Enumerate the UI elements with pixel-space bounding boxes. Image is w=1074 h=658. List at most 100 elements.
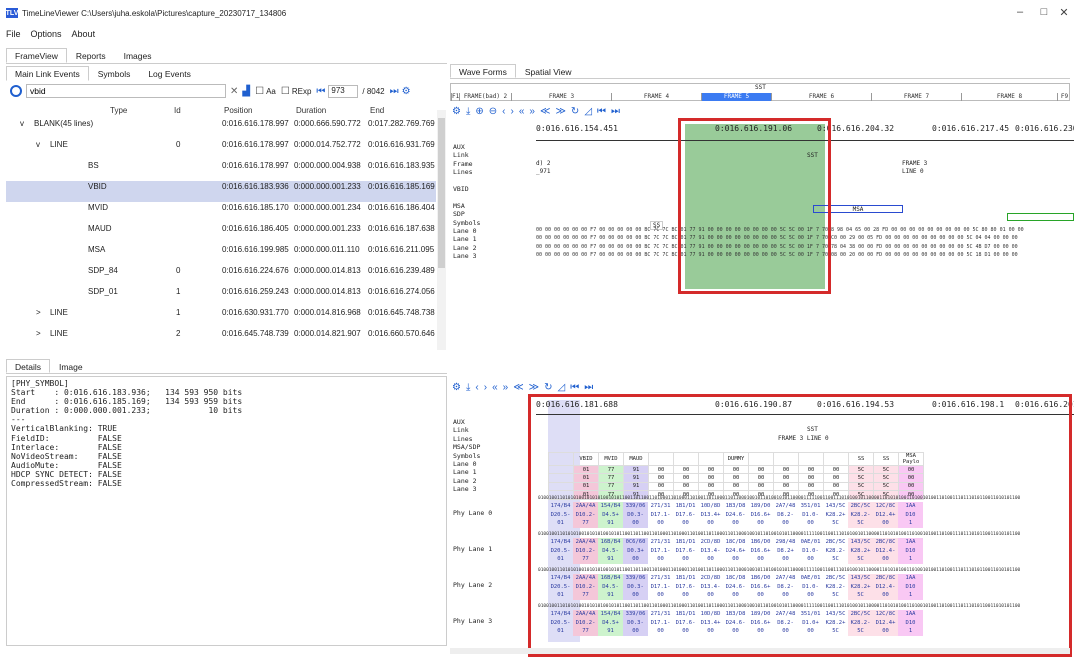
match-case-checkbox[interactable]: ☐ (255, 86, 264, 97)
frame-cell[interactable]: FRAME 8 (961, 93, 1057, 101)
frame-cell[interactable]: F1 (451, 93, 459, 101)
fast-forward-icon[interactable]: ≫ (555, 106, 565, 117)
signal-label: Lane 1 (453, 235, 477, 244)
signal-label: Lines (453, 434, 473, 443)
zoom-out-icon[interactable]: ⊖ (489, 106, 497, 117)
history-icon[interactable]: ↻ (544, 382, 552, 393)
back-icon[interactable]: « (492, 382, 498, 393)
top-sdp-block[interactable] (1007, 213, 1074, 221)
back-icon[interactable]: « (519, 106, 525, 117)
zoom-in-icon[interactable]: ⊕ (475, 106, 483, 117)
next-icon[interactable]: › (511, 106, 514, 117)
menu-about[interactable]: About (72, 29, 96, 39)
tab-image[interactable]: Image (50, 359, 92, 373)
top-lines-right: LINE 0 (902, 168, 924, 175)
col-duration[interactable]: Duration (296, 106, 326, 115)
tree-row[interactable]: VBID 0:016.616.183.936 0:000.000.001.233 0:… (6, 181, 436, 202)
tree-row[interactable]: BS 0:016.616.178.997 0:000.000.004.938 0:01… (6, 160, 436, 181)
col-type[interactable]: Type (110, 106, 127, 115)
signal-label: Lane 3 (453, 485, 477, 494)
tab-frameview[interactable]: FrameView (6, 48, 67, 63)
expand-toggle[interactable]: > (36, 308, 41, 317)
tree-row[interactable]: v LINE 0 0:016.616.178.997 0:000.014.752.772… (6, 139, 436, 160)
first-icon[interactable]: ⏮ (570, 382, 579, 393)
menu-options[interactable]: Options (31, 29, 62, 39)
tree-row[interactable]: v BLANK(45 lines) 0:016.616.178.997 0:000.6… (6, 118, 436, 139)
frame-ruler[interactable]: SST F1 FRAME(bad) 2 FRAME 3 FRAME 4 FRAME 5F… (450, 83, 1070, 101)
last-icon[interactable]: ⏭ (611, 106, 620, 117)
row-type: BS (88, 161, 99, 170)
tree-row[interactable]: >LINE30:016.660.570.6470:000.014.809.561… (6, 349, 436, 350)
frame-cell[interactable]: F9 (1057, 93, 1071, 101)
settings-icon[interactable]: ⚙ (452, 382, 461, 393)
prev-icon[interactable]: ‹ (502, 106, 505, 117)
forward-icon[interactable]: » (529, 106, 535, 117)
measure-icon[interactable]: ◿ (558, 382, 566, 393)
expand-toggle[interactable]: v (36, 140, 40, 149)
prev-icon[interactable]: ‹ (475, 382, 478, 393)
frame-cell[interactable]: FRAME 7 (871, 93, 961, 101)
tab-reports[interactable]: Reports (67, 48, 115, 63)
next-match-icon[interactable]: ⏭ (390, 86, 399, 97)
scroll-thumb[interactable] (438, 118, 445, 268)
row-end: 0:016.645.748.738 (368, 308, 435, 317)
maximize-button[interactable]: □ (1034, 6, 1054, 18)
tree-scrollbar[interactable] (437, 110, 446, 350)
col-id[interactable]: Id (174, 106, 181, 115)
frame-cell[interactable]: FRAME 6 (771, 93, 871, 101)
tree-row[interactable]: SDP_01 1 0:016.616.259.243 0:000.000.014.81… (6, 286, 436, 307)
download-icon[interactable]: ⤓ (466, 382, 470, 393)
expand-toggle[interactable]: v (20, 119, 24, 128)
next-icon[interactable]: › (484, 382, 487, 393)
row-duration: 0:000.000.001.233 (294, 224, 361, 233)
highlight-icon[interactable]: ▟ (242, 86, 250, 97)
search-input[interactable] (26, 84, 226, 98)
settings-icon[interactable]: ⚙ (452, 106, 461, 117)
fast-forward-icon[interactable]: ≫ (529, 382, 539, 393)
gear-icon[interactable]: ⚙ (402, 86, 411, 97)
first-icon[interactable]: ⏮ (597, 106, 606, 117)
regex-checkbox[interactable]: ☐ (281, 86, 290, 97)
forward-icon[interactable]: » (503, 382, 509, 393)
col-position[interactable]: Position (224, 106, 252, 115)
prev-match-icon[interactable]: ⏮ (316, 86, 325, 97)
download-icon[interactable]: ⤓ (466, 106, 470, 117)
menu-file[interactable]: File (6, 29, 21, 39)
fast-back-icon[interactable]: ≪ (513, 382, 523, 393)
frame-cell[interactable]: FRAME 4 (611, 93, 701, 101)
top-signal-labels: AUX Link Frame Lines VBID MSA SDP Symbols Lane 0… (453, 143, 480, 260)
frame-cell[interactable]: FRAME(bad) 2 (459, 93, 511, 101)
history-icon[interactable]: ↻ (571, 106, 579, 117)
minimize-button[interactable]: – (1010, 6, 1030, 18)
tree-row[interactable]: MSA 0:016.616.199.985 0:000.000.011.110 0:0… (6, 244, 436, 265)
tree-row[interactable]: > LINE 2 0:016.645.748.739 0:000.014.821.907… (6, 328, 436, 349)
close-button[interactable]: ✕ (1054, 6, 1074, 19)
tab-log-events[interactable]: Log Events (139, 66, 200, 81)
tree-row[interactable]: SDP_84 0 0:016.616.224.676 0:000.000.014.81… (6, 265, 436, 286)
frame-cell[interactable]: FRAME 5 (701, 93, 771, 101)
last-icon[interactable]: ⏭ (584, 382, 593, 393)
tab-wave-forms[interactable]: Wave Forms (450, 64, 516, 78)
tree-row[interactable]: MVID 0:016.616.185.170 0:000.000.001.234 0:… (6, 202, 436, 223)
tab-spatial-view[interactable]: Spatial View (516, 64, 581, 78)
row-position: 0:016.616.178.997 (222, 119, 289, 128)
match-total: / 8042 (362, 86, 385, 96)
col-end[interactable]: End (370, 106, 384, 115)
tab-symbols[interactable]: Symbols (89, 66, 140, 81)
tree-row[interactable]: > LINE 1 0:016.630.931.770 0:000.014.816.968… (6, 307, 436, 328)
clear-icon[interactable]: ✕ (230, 86, 238, 97)
match-index-field[interactable]: 973 (328, 84, 359, 98)
tree-row[interactable]: MAUD 0:016.616.186.405 0:000.000.001.233 0:… (6, 223, 436, 244)
row-end: 0:016.616.239.489 (368, 266, 435, 275)
phy-lane-label: Phy Lane 1 (453, 545, 493, 553)
tab-images[interactable]: Images (115, 48, 161, 63)
frame-cell[interactable]: FRAME 3 (511, 93, 611, 101)
event-tree: v BLANK(45 lines) 0:016.616.178.997 0:000.6… (6, 118, 436, 350)
tab-main-link-events[interactable]: Main Link Events (6, 66, 89, 81)
waveform-hscrollbar[interactable] (450, 648, 1070, 654)
tab-details[interactable]: Details (6, 359, 50, 373)
expand-toggle[interactable]: > (36, 329, 41, 338)
fast-back-icon[interactable]: ≪ (540, 106, 550, 117)
measure-icon[interactable]: ◿ (584, 106, 592, 117)
row-end: 0:016.616.274.056 (368, 287, 435, 296)
